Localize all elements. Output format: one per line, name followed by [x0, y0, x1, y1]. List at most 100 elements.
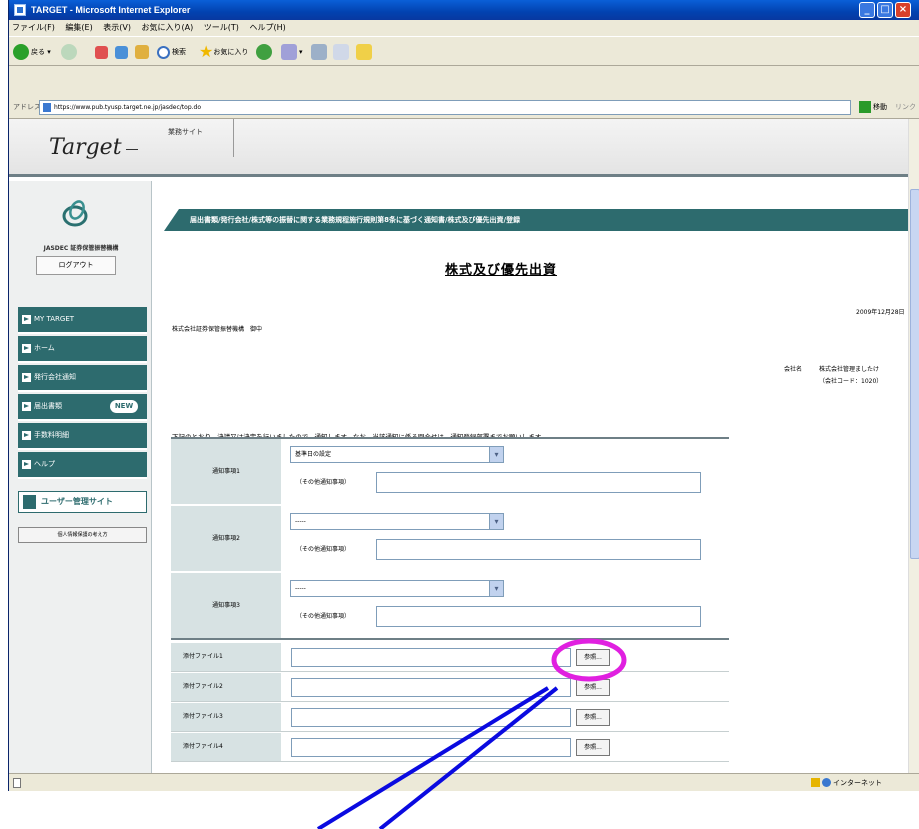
notify-select[interactable]: ----- ▾ [290, 513, 504, 530]
sidebar-item-issuer-notice[interactable]: 発行会社通知 [18, 365, 147, 392]
close-button[interactable]: × [895, 2, 911, 18]
security-zone: インターネット [809, 774, 882, 791]
file-label: 添付ファイル1 [171, 643, 281, 671]
notify-select[interactable]: ----- ▾ [290, 580, 504, 597]
chevron-down-icon: ▾ [489, 447, 503, 462]
chevron-down-icon: ▾ [489, 514, 503, 529]
search-button[interactable]: 検索 [157, 43, 186, 61]
edit-button[interactable] [333, 43, 351, 61]
history-icon [256, 44, 272, 60]
logout-button[interactable]: ログアウト [36, 256, 116, 275]
company-name: 株式会社管理ましたけ [819, 366, 880, 373]
user-admin-site-button[interactable]: ユーザー管理サイト [18, 491, 147, 513]
menu-tools[interactable]: ツール(T) [204, 23, 239, 32]
browse-button[interactable]: 参照... [576, 679, 610, 696]
jasdec-logo-icon [62, 200, 88, 227]
chevron-down-icon: ▾ [489, 581, 503, 596]
menu-file[interactable]: ファイル(F) [12, 23, 55, 32]
menu-edit[interactable]: 編集(E) [65, 23, 92, 32]
file-input[interactable] [291, 648, 571, 667]
notify-label: 通知事項1 [171, 439, 281, 504]
privacy-policy-button[interactable]: 個人情報保護の考え方 [18, 527, 147, 543]
notify-select[interactable]: 基準日の設定 ▾ [290, 446, 504, 463]
go-button[interactable]: 移動 [859, 100, 887, 115]
sidebar-item-fees[interactable]: 手数料明細 [18, 423, 147, 450]
file-row: 添付ファイル3 参照... [171, 703, 729, 732]
scrollbar-thumb[interactable] [910, 189, 919, 559]
back-button[interactable]: 戻る ▾ [13, 43, 51, 61]
page-content: Target 業務サイト JASDEC 証券保管振替機構 ログアウト MY TA… [9, 119, 919, 773]
file-input[interactable] [291, 708, 571, 727]
print-button[interactable] [311, 43, 329, 61]
refresh-icon [115, 45, 128, 59]
maximize-button[interactable]: □ [877, 2, 893, 18]
sidebar-item-label: MY TARGET [34, 315, 75, 323]
screenshot-frame: TARGET - Microsoft Internet Explorer _ □… [0, 0, 919, 829]
file-row: 添付ファイル1 参照... [171, 643, 729, 672]
file-label: 添付ファイル4 [171, 733, 281, 761]
file-input[interactable] [291, 678, 571, 697]
notify-select-value: 基準日の設定 [295, 451, 332, 458]
page-status-icon [13, 778, 21, 788]
vertical-scrollbar[interactable] [908, 119, 919, 773]
sidebar-item-help[interactable]: ヘルプ [18, 452, 147, 479]
forward-button[interactable] [61, 43, 79, 61]
notify-label: 通知事項3 [171, 573, 281, 638]
file-label: 添付ファイル2 [171, 673, 281, 701]
company-label: 会社名 [784, 366, 803, 373]
menu-view[interactable]: 表示(V) [103, 23, 131, 32]
toolbar: 戻る ▾ 検索 ★お気に入り ▾ [9, 36, 919, 66]
lock-icon [811, 778, 820, 787]
address-url: https://www.pub.tyusp.target.ne.jp/jasde… [54, 104, 202, 111]
notify-row: 通知事項1 基準日の設定 ▾ （その他通知事項） [171, 439, 729, 506]
browse-button[interactable]: 参照... [576, 649, 610, 666]
forward-arrow-icon [61, 44, 77, 60]
other-input[interactable] [376, 606, 701, 627]
arrow-right-icon [22, 402, 31, 411]
other-label: （その他通知事項） [296, 613, 351, 620]
home-button[interactable] [135, 43, 151, 61]
search-label: 検索 [172, 48, 186, 56]
other-input[interactable] [376, 539, 701, 560]
sidebar-item-my-target[interactable]: MY TARGET [18, 307, 147, 334]
links-label[interactable]: リンク [895, 102, 916, 112]
browse-button[interactable]: 参照... [576, 739, 610, 756]
mail-icon [281, 44, 297, 60]
zone-label: インターネット [833, 779, 882, 787]
sidebar-item-label: ホーム [34, 344, 55, 352]
notify-row: 通知事項2 ----- ▾ （その他通知事項） [171, 506, 729, 573]
file-input[interactable] [291, 738, 571, 757]
arrow-right-icon [22, 460, 31, 469]
menu-help[interactable]: ヘルプ(H) [249, 23, 285, 32]
target-logo[interactable]: Target [49, 135, 137, 160]
home-icon [135, 45, 149, 59]
favorites-button[interactable]: ★お気に入り [199, 43, 248, 61]
page-icon [43, 103, 51, 112]
sidebar-item-home[interactable]: ホーム [18, 336, 147, 363]
minimize-button[interactable]: _ [859, 2, 875, 18]
file-label: 添付ファイル3 [171, 703, 281, 731]
arrow-right-icon [22, 344, 31, 353]
sidebar: JASDEC 証券保管振替機構 ログアウト MY TARGET ホーム 発行会社… [9, 181, 152, 773]
folder-button[interactable] [356, 43, 374, 61]
refresh-button[interactable] [115, 43, 130, 61]
window-title: TARGET - Microsoft Internet Explorer [31, 5, 191, 15]
sidebar-item-label: 手数料明細 [34, 431, 69, 439]
folder-icon [356, 44, 372, 60]
stop-button[interactable] [95, 43, 110, 61]
notify-label: 通知事項2 [171, 506, 281, 571]
mail-button[interactable]: ▾ [281, 43, 303, 61]
history-button[interactable] [256, 43, 274, 61]
notify-items-form: 通知事項1 基準日の設定 ▾ （その他通知事項） 通知事項2 ----- ▾ （その… [171, 437, 729, 640]
other-input[interactable] [376, 472, 701, 493]
menu-favorites[interactable]: お気に入り(A) [142, 23, 194, 32]
sidebar-item-filings[interactable]: 届出書類 NEW [18, 394, 147, 421]
tab-business-site[interactable]: 業務サイト [154, 119, 234, 157]
sidebar-item-label: 発行会社通知 [34, 373, 76, 381]
search-icon [157, 45, 170, 59]
back-arrow-icon [13, 44, 29, 60]
address-input[interactable]: https://www.pub.tyusp.target.ne.jp/jasde… [39, 100, 851, 115]
go-label: 移動 [873, 103, 887, 111]
browse-button[interactable]: 参照... [576, 709, 610, 726]
file-row: 添付ファイル4 参照... [171, 733, 729, 762]
